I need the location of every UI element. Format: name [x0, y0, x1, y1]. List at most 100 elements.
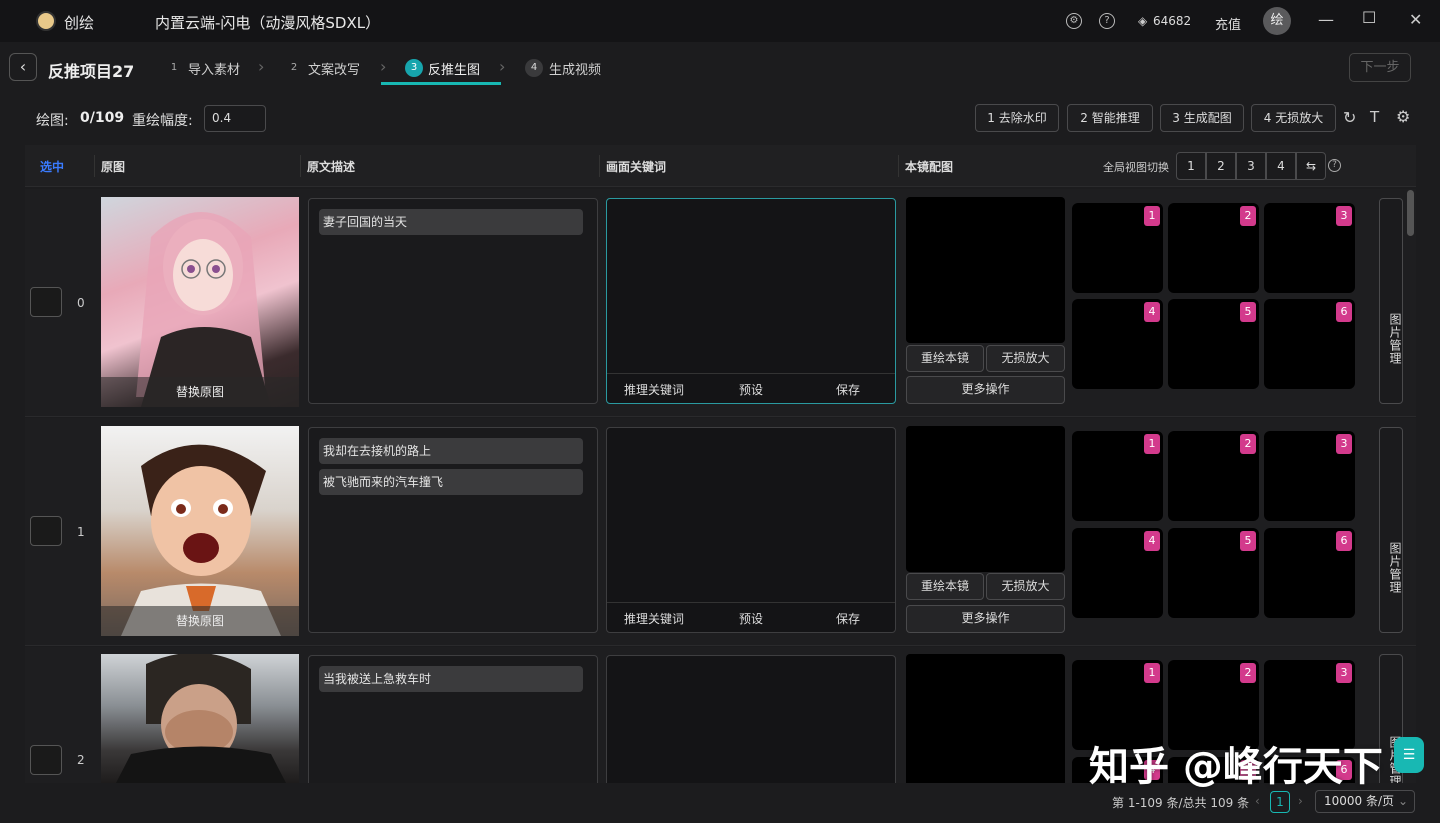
- avatar[interactable]: 绘: [1263, 7, 1291, 35]
- redraw-shot-button[interactable]: 重绘本镜: [906, 573, 984, 600]
- refresh-icon[interactable]: ↻: [1343, 108, 1356, 127]
- recharge-button[interactable]: 充值: [1215, 14, 1241, 33]
- next-page-icon[interactable]: ›: [1298, 794, 1303, 808]
- grid-image-5[interactable]: 5: [1168, 299, 1259, 389]
- table-row: 1 替换原图 我却在去接机的路上 被飞驰而来的汽车撞飞 推理关键词 预设 保存 …: [25, 418, 1416, 646]
- row-checkbox[interactable]: [30, 287, 62, 317]
- row-index: 2: [77, 753, 85, 767]
- shot-image[interactable]: [906, 197, 1065, 343]
- generate-images-button[interactable]: 3 生成配图: [1160, 104, 1244, 132]
- question-icon[interactable]: ?: [1328, 159, 1341, 172]
- keywords-actions: 推理关键词 预设 保存: [607, 373, 895, 403]
- row-checkbox[interactable]: [30, 516, 62, 546]
- draw-progress: 0/109: [80, 110, 125, 126]
- infer-keywords-button[interactable]: 推理关键词: [624, 610, 684, 627]
- grid-image-2[interactable]: 2: [1168, 431, 1259, 521]
- description-box[interactable]: 妻子回国的当天: [308, 198, 598, 404]
- view-option-3[interactable]: 3: [1236, 152, 1266, 180]
- current-page[interactable]: 1: [1270, 791, 1290, 813]
- column-divider: [898, 155, 899, 177]
- shot-image[interactable]: [906, 426, 1065, 572]
- grid-image-3[interactable]: 3: [1264, 431, 1355, 521]
- grid-image-3[interactable]: 3: [1264, 203, 1355, 293]
- save-button[interactable]: 保存: [836, 381, 860, 398]
- step-4-tab[interactable]: 生成视频: [549, 59, 601, 78]
- view-option-2[interactable]: 2: [1206, 152, 1236, 180]
- grid-badge: 4: [1144, 302, 1160, 322]
- next-step-button[interactable]: 下一步: [1349, 53, 1411, 82]
- infer-keywords-button[interactable]: 推理关键词: [624, 381, 684, 398]
- draw-label: 绘图:: [36, 113, 69, 129]
- anime-boy-illustration: [121, 444, 281, 636]
- grid-image-4[interactable]: 4: [1072, 299, 1163, 389]
- image-manage-button[interactable]: 图片管理: [1379, 427, 1403, 633]
- description-line[interactable]: 被飞驰而来的汽车撞飞: [319, 469, 583, 495]
- grid-image-6[interactable]: 6: [1264, 528, 1355, 618]
- upscale-shot-button[interactable]: 无损放大: [986, 345, 1065, 372]
- list-menu-icon[interactable]: ☰: [1394, 737, 1424, 773]
- grid-badge: 3: [1336, 206, 1352, 226]
- preset-button[interactable]: 预设: [739, 381, 763, 398]
- row-checkbox[interactable]: [30, 745, 62, 775]
- column-divider: [94, 155, 95, 177]
- description-box[interactable]: 我却在去接机的路上 被飞驰而来的汽车撞飞: [308, 427, 598, 633]
- credits-count: 64682: [1153, 14, 1192, 28]
- description-line[interactable]: 当我被送上急救车时: [319, 666, 583, 692]
- image-manage-button[interactable]: 图片管理: [1379, 198, 1403, 404]
- close-icon[interactable]: ✕: [1409, 10, 1422, 29]
- grid-badge: 5: [1240, 302, 1256, 322]
- grid-image-4[interactable]: 4: [1072, 528, 1163, 618]
- more-actions-button[interactable]: 更多操作: [906, 376, 1065, 404]
- view-option-1[interactable]: 1: [1176, 152, 1206, 180]
- column-divider: [300, 155, 301, 177]
- description-line[interactable]: 我却在去接机的路上: [319, 438, 583, 464]
- lossless-upscale-button[interactable]: 4 无损放大: [1251, 104, 1336, 132]
- vertical-scrollbar[interactable]: [1407, 190, 1414, 236]
- replace-image-button[interactable]: 替换原图: [101, 606, 299, 636]
- redraw-shot-button[interactable]: 重绘本镜: [906, 345, 984, 372]
- original-column-header: 原图: [101, 160, 126, 174]
- table-header: 选中 原图 原文描述 画面关键词 本镜配图 全局视图切换 1 2 3 4 ⇆ ?: [25, 145, 1416, 187]
- page-size-select[interactable]: 10000 条/页 ⌄: [1315, 790, 1415, 813]
- maximize-icon[interactable]: ☐: [1362, 8, 1376, 27]
- smart-infer-button[interactable]: 2 智能推理: [1067, 104, 1153, 132]
- app-name: 创绘: [64, 14, 95, 32]
- keywords-box[interactable]: 推理关键词 预设 保存: [606, 198, 896, 404]
- grid-image-6[interactable]: 6: [1264, 299, 1355, 389]
- upscale-shot-button[interactable]: 无损放大: [986, 573, 1065, 600]
- keywords-actions: 推理关键词 预设 保存: [607, 602, 895, 632]
- grid-badge: 1: [1144, 434, 1160, 454]
- description-box[interactable]: 当我被送上急救车时: [308, 655, 598, 783]
- swap-icon[interactable]: ⇆: [1296, 152, 1326, 180]
- remove-watermark-button[interactable]: 1 去除水印: [975, 104, 1059, 132]
- view-option-4[interactable]: 4: [1266, 152, 1296, 180]
- replace-image-button[interactable]: 替换原图: [101, 377, 299, 407]
- select-column-header[interactable]: 选中: [40, 158, 64, 175]
- question-icon[interactable]: ?: [1099, 13, 1115, 29]
- gear-icon[interactable]: ⚙: [1066, 13, 1082, 29]
- grid-image-2[interactable]: 2: [1168, 203, 1259, 293]
- gear-icon[interactable]: ⚙: [1396, 107, 1410, 126]
- text-icon[interactable]: T: [1370, 108, 1379, 126]
- step-2-tab[interactable]: 文案改写: [308, 59, 360, 78]
- minimize-icon[interactable]: —: [1318, 10, 1334, 29]
- preset-button[interactable]: 预设: [739, 610, 763, 627]
- redraw-amount-input[interactable]: 0.4: [204, 105, 266, 132]
- model-title[interactable]: 内置云端-闪电（动漫风格SDXL）: [155, 12, 380, 33]
- prev-page-icon[interactable]: ‹: [1255, 794, 1260, 808]
- grid-image-1[interactable]: 1: [1072, 431, 1163, 521]
- step-3-tab[interactable]: 反推生图: [428, 59, 480, 78]
- keywords-box[interactable]: [606, 655, 896, 783]
- grid-image-1[interactable]: 1: [1072, 203, 1163, 293]
- description-line[interactable]: 妻子回国的当天: [319, 209, 583, 235]
- grid-image-5[interactable]: 5: [1168, 528, 1259, 618]
- project-title: 反推项目27: [48, 62, 135, 81]
- grid-badge: 2: [1240, 663, 1256, 683]
- keywords-box[interactable]: 推理关键词 预设 保存: [606, 427, 896, 633]
- shot-image[interactable]: [906, 654, 1065, 783]
- step-1-tab[interactable]: 导入素材: [188, 59, 240, 78]
- more-actions-button[interactable]: 更多操作: [906, 605, 1065, 633]
- save-button[interactable]: 保存: [836, 610, 860, 627]
- back-button[interactable]: ‹: [9, 53, 37, 81]
- grid-badge: 3: [1336, 663, 1352, 683]
